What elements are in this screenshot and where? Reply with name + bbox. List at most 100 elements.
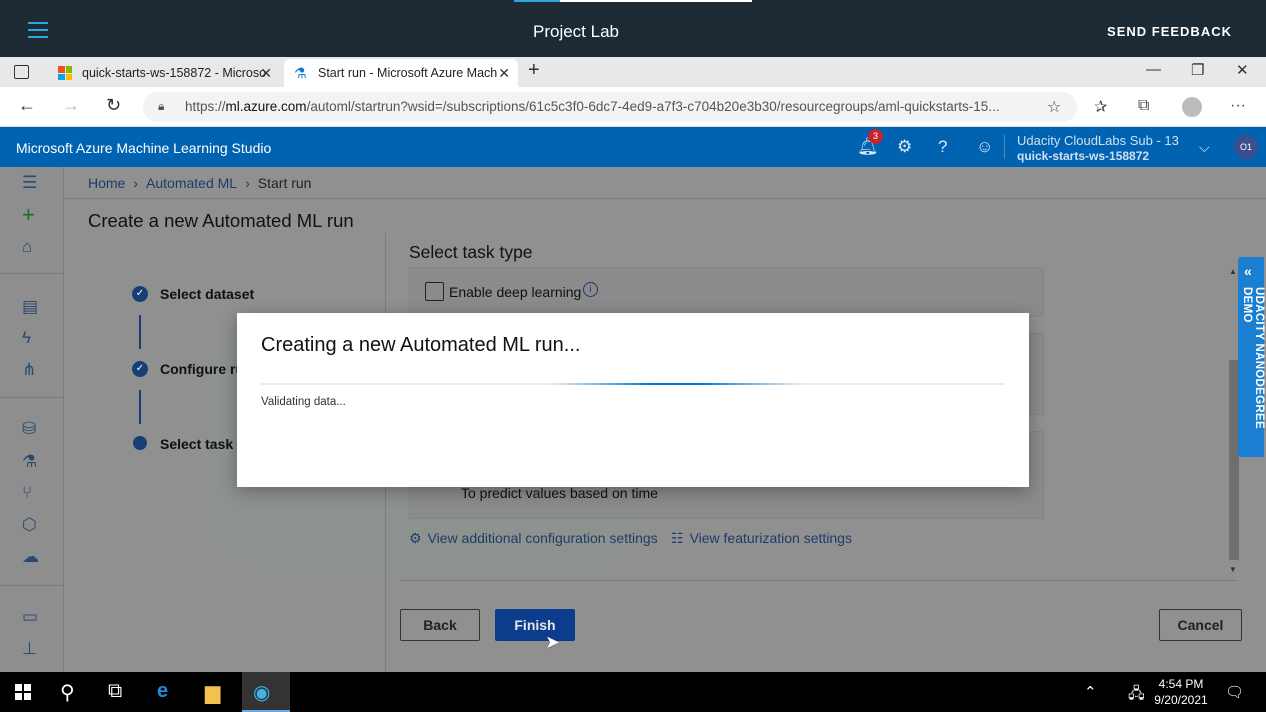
azure-ml-header: Microsoft Azure Machine Learning Studio … bbox=[0, 127, 1266, 167]
breadcrumb: Home › Automated ML › Start run bbox=[88, 175, 311, 191]
lab-top-bar: Project Lab SEND FEEDBACK bbox=[0, 0, 1266, 57]
browser-tab-workspace[interactable]: quick-starts-ws-158872 - Microso ✕ bbox=[48, 59, 280, 87]
more-options-icon[interactable]: ··· bbox=[1230, 97, 1246, 115]
scroll-down-icon[interactable]: ▼ bbox=[1229, 565, 1237, 574]
add-favorite-icon[interactable]: ☆ bbox=[1047, 97, 1061, 117]
cancel-button[interactable]: Cancel bbox=[1159, 609, 1242, 641]
clock-time: 4:54 PM bbox=[1158, 677, 1204, 691]
datasets-icon[interactable]: ⛁ bbox=[22, 419, 36, 439]
tab-actions-icon[interactable] bbox=[14, 65, 29, 79]
internet-explorer-icon[interactable]: e bbox=[157, 680, 168, 703]
search-icon[interactable]: ⚲ bbox=[60, 680, 75, 705]
windows-taskbar: ⚲ ⧉ e ▆ ◉ ⌃ 🖧︎ 4:54 PM 9/20/2021 🗨︎ bbox=[0, 672, 1266, 712]
close-window-icon[interactable]: ✕ bbox=[1236, 61, 1249, 79]
designer-icon[interactable]: ⋔ bbox=[22, 360, 36, 380]
edge-icon[interactable]: ◉ bbox=[253, 680, 270, 705]
collections-icon[interactable]: ⧉ bbox=[1138, 97, 1149, 115]
step-check-icon: ✓ bbox=[132, 361, 148, 377]
step-select-dataset[interactable]: Select dataset bbox=[160, 286, 254, 302]
view-featurization-link[interactable]: ☷ View featurization settings bbox=[671, 530, 852, 547]
lab-loading-bar bbox=[514, 0, 752, 2]
chevron-down-icon[interactable]: ⌵ bbox=[1199, 139, 1210, 156]
send-feedback-button[interactable]: SEND FEEDBACK bbox=[1107, 24, 1232, 39]
udacity-panel-tab[interactable]: « UDACITY NANODEGREE DEMO bbox=[1238, 257, 1265, 457]
back-arrow-icon[interactable]: ← bbox=[18, 95, 36, 116]
experiments-icon[interactable]: ⚗ bbox=[22, 452, 37, 472]
view-config-settings-link[interactable]: ⚙ View additional configuration settings bbox=[409, 530, 658, 547]
network-icon[interactable]: 🖧︎ bbox=[1128, 683, 1145, 708]
datastores-icon[interactable]: ⊥ bbox=[22, 639, 37, 659]
home-icon[interactable]: ⌂ bbox=[22, 237, 32, 257]
studio-brand[interactable]: Microsoft Azure Machine Learning Studio bbox=[16, 140, 271, 156]
double-chevron-left-icon: « bbox=[1244, 263, 1252, 279]
subscription-name[interactable]: Udacity CloudLabs Sub - 13 bbox=[1017, 133, 1179, 148]
help-icon[interactable]: ? bbox=[938, 137, 947, 157]
restore-icon[interactable]: ❐ bbox=[1191, 61, 1204, 79]
breadcrumb-divider bbox=[64, 198, 1266, 199]
system-clock[interactable]: 4:54 PM 9/20/2021 bbox=[1150, 676, 1212, 708]
endpoints-icon[interactable]: ☁ bbox=[22, 547, 39, 567]
footer-divider bbox=[400, 580, 1238, 581]
task-type-heading: Select task type bbox=[409, 242, 533, 262]
dialog-title: Creating a new Automated ML run... bbox=[261, 334, 581, 356]
breadcrumb-chevron-icon: › bbox=[245, 175, 250, 191]
menu-icon[interactable]: ☰ bbox=[22, 173, 37, 193]
browser-tab-start-run[interactable]: ⚗ Start run - Microsoft Azure Mach ✕ bbox=[284, 59, 518, 87]
favorites-icon[interactable]: ✰ bbox=[1094, 97, 1107, 117]
link-label: View featurization settings bbox=[689, 530, 852, 546]
minimize-icon[interactable]: — bbox=[1146, 61, 1161, 78]
finish-button[interactable]: Finish bbox=[495, 609, 575, 641]
url-host: ml.azure.com bbox=[225, 99, 307, 114]
breadcrumb-current: Start run bbox=[257, 175, 312, 191]
pipelines-icon[interactable]: ⑂ bbox=[22, 483, 32, 503]
show-hidden-icons-icon[interactable]: ⌃ bbox=[1084, 683, 1097, 701]
forecasting-description: To predict values based on time bbox=[461, 485, 658, 501]
close-tab-icon[interactable]: ✕ bbox=[260, 65, 272, 82]
left-nav: ☰ + ⌂ ▤ ϟ ⋔ ⛁ ⚗ ⑂ ⬡ ☁ ▭ ⊥ bbox=[0, 167, 64, 672]
forward-arrow-icon[interactable]: → bbox=[62, 95, 80, 116]
clock-date: 9/20/2021 bbox=[1154, 693, 1208, 707]
notebooks-icon[interactable]: ▤ bbox=[22, 297, 38, 317]
url-input[interactable]: https://ml.azure.com/automl/startrun?wsi… bbox=[143, 92, 1077, 122]
workspace-name[interactable]: quick-starts-ws-158872 bbox=[1017, 149, 1149, 163]
smiley-feedback-icon[interactable]: ☺ bbox=[976, 137, 993, 157]
scroll-up-icon[interactable]: ▲ bbox=[1229, 267, 1237, 276]
azure-ml-flask-icon: ⚗ bbox=[294, 65, 307, 81]
automated-ml-icon[interactable]: ϟ bbox=[22, 328, 31, 348]
windows-start-icon[interactable] bbox=[15, 684, 31, 700]
udacity-panel-label: UDACITY NANODEGREE DEMO bbox=[1241, 287, 1265, 429]
browser-tab-strip: quick-starts-ws-158872 - Microso ✕ ⚗ Sta… bbox=[0, 57, 1266, 87]
breadcrumb-chevron-icon: › bbox=[133, 175, 139, 191]
url-path: /automl/startrun?wsid=/subscriptions/61c… bbox=[306, 99, 1000, 114]
link-label: View additional configuration settings bbox=[427, 530, 658, 546]
user-avatar[interactable]: O1 bbox=[1234, 135, 1258, 159]
close-tab-icon[interactable]: ✕ bbox=[498, 65, 510, 82]
compute-icon[interactable]: ▭ bbox=[22, 607, 38, 627]
lab-title: Project Lab bbox=[533, 22, 619, 41]
deep-learning-checkbox[interactable] bbox=[425, 282, 444, 301]
task-view-icon[interactable]: ⧉ bbox=[108, 680, 122, 703]
gear-icon: ⚙ bbox=[409, 530, 422, 546]
file-explorer-icon[interactable]: ▆ bbox=[205, 680, 220, 705]
tab-label: Start run - Microsoft Azure Mach bbox=[318, 66, 498, 80]
step-configure-run[interactable]: Configure ru bbox=[160, 361, 244, 377]
breadcrumb-automl[interactable]: Automated ML bbox=[146, 175, 237, 191]
page-title: Create a new Automated ML run bbox=[88, 210, 354, 231]
models-icon[interactable]: ⬡ bbox=[22, 515, 37, 535]
deep-learning-label: Enable deep learning bbox=[449, 284, 582, 300]
url-scheme: https:// bbox=[185, 99, 226, 114]
info-icon[interactable]: i bbox=[583, 282, 598, 297]
step-select-task[interactable]: Select task a bbox=[160, 436, 245, 452]
refresh-icon[interactable]: ↻ bbox=[106, 95, 121, 116]
profile-icon[interactable] bbox=[1182, 97, 1202, 117]
new-tab-icon[interactable]: + bbox=[528, 59, 540, 82]
notifications-icon[interactable]: 🗨︎ bbox=[1225, 683, 1244, 701]
breadcrumb-home[interactable]: Home bbox=[88, 175, 125, 191]
step-check-icon: ✓ bbox=[132, 286, 148, 302]
microsoft-logo-icon bbox=[58, 66, 72, 80]
lock-icon[interactable]: 🔒︎ bbox=[158, 99, 164, 114]
back-button[interactable]: Back bbox=[400, 609, 480, 641]
gear-icon[interactable]: ⚙ bbox=[897, 137, 912, 157]
header-divider bbox=[1004, 135, 1005, 159]
new-plus-icon[interactable]: + bbox=[22, 202, 35, 228]
